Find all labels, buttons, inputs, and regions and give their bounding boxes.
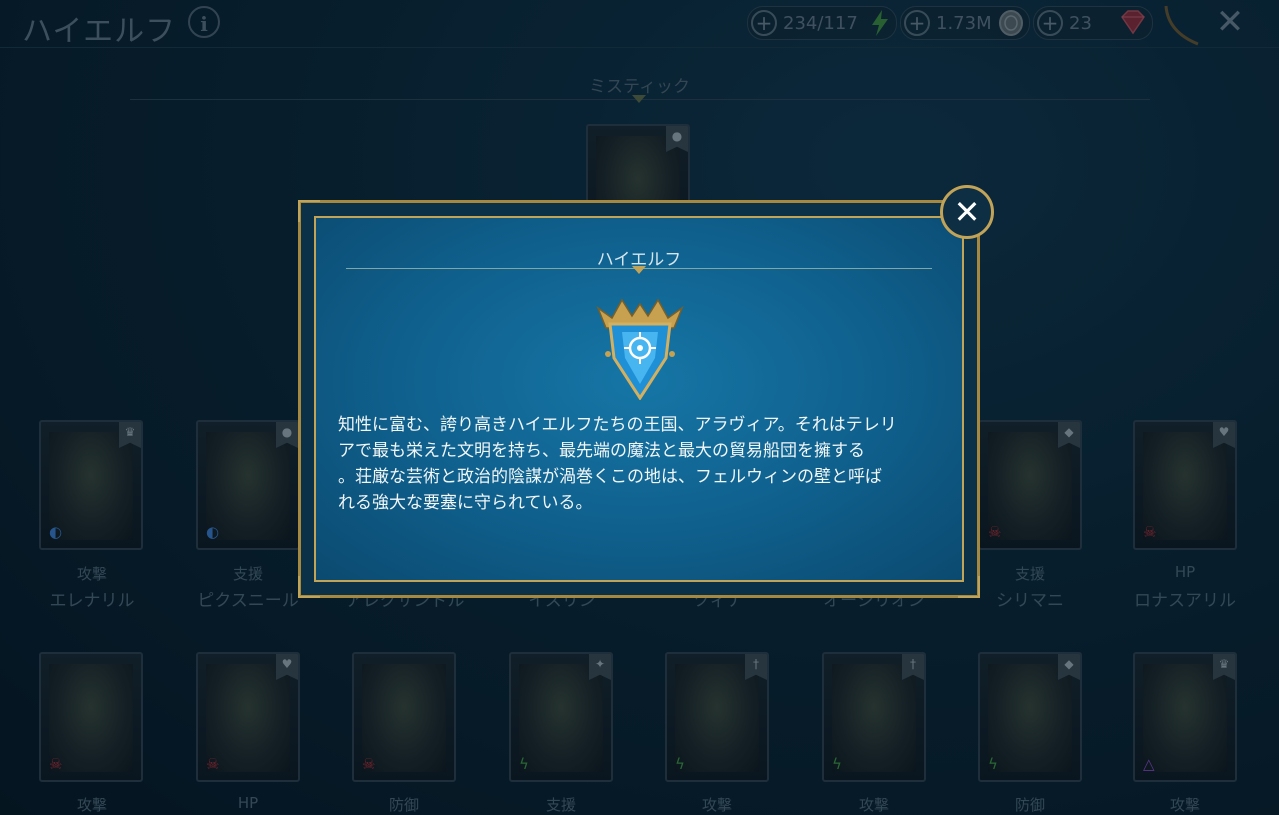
description-line: れる強大な要塞に守られている。: [338, 493, 593, 513]
high-elves-crest-icon: [596, 298, 684, 400]
description-line: アで最も栄えた文明を持ち、最先端の魔法と最大の貿易船団を擁する: [338, 441, 865, 461]
description-line: 知性に富む、誇り高きハイエルフたちの王国、アラヴィア。それはテレリ: [338, 415, 897, 435]
dialog-title-arrow-icon: [632, 266, 646, 274]
description-line: 。荘厳な芸術と政治的陰謀が渦巻くこの地は、フェルウィンの壁と呼ば: [338, 467, 882, 487]
faction-description: 知性に富む、誇り高きハイエルフたちの王国、アラヴィア。それはテレリ アで最も栄え…: [338, 412, 942, 516]
close-icon[interactable]: ✕: [940, 185, 994, 239]
